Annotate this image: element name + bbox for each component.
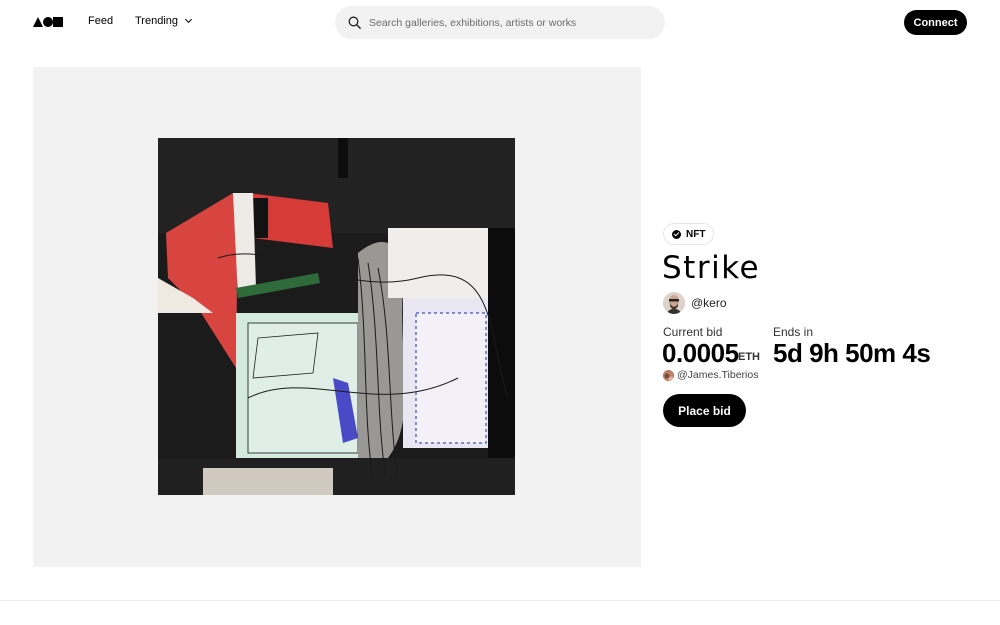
top-bidder-handle: @James.Tiberios xyxy=(677,369,759,381)
search-icon xyxy=(348,16,361,29)
logo[interactable] xyxy=(33,16,63,27)
nav-feed-link[interactable]: Feed xyxy=(88,15,113,27)
current-bid-unit: ETH xyxy=(738,351,760,363)
bidder-avatar xyxy=(663,369,674,381)
search-input[interactable] xyxy=(369,16,659,29)
artwork-panel xyxy=(33,67,641,567)
nav-trending-label: Trending xyxy=(135,15,179,27)
auction-ends-label: Ends in xyxy=(773,325,814,339)
logo-triangle-icon xyxy=(33,17,43,27)
auction-countdown: 5d 9h 50m 4s xyxy=(773,338,931,368)
artwork-title: Strike xyxy=(662,250,761,286)
verified-check-icon xyxy=(672,229,681,239)
nft-badge: NFT xyxy=(663,223,715,245)
artist-handle: @kero xyxy=(691,296,727,310)
connect-button[interactable]: Connect xyxy=(904,10,967,35)
nft-badge-label: NFT xyxy=(686,228,706,240)
current-bid-label: Current bid xyxy=(663,325,723,339)
logo-square-icon xyxy=(53,17,63,27)
artist-link[interactable]: @kero xyxy=(663,292,727,314)
artwork-image[interactable] xyxy=(158,138,515,495)
logo-circle-icon xyxy=(43,17,53,27)
footer-divider xyxy=(0,600,1000,601)
nav-trending-dropdown[interactable]: Trending xyxy=(135,15,193,27)
current-bid-value: 0.0005 xyxy=(662,338,739,368)
artist-avatar xyxy=(663,292,685,314)
top-bidder-link[interactable]: @James.Tiberios xyxy=(663,369,758,381)
top-navigation-bar: Feed Trending Connect xyxy=(0,0,1000,44)
search-bar[interactable] xyxy=(335,6,665,39)
chevron-down-icon xyxy=(184,15,193,24)
place-bid-button[interactable]: Place bid xyxy=(663,394,746,427)
